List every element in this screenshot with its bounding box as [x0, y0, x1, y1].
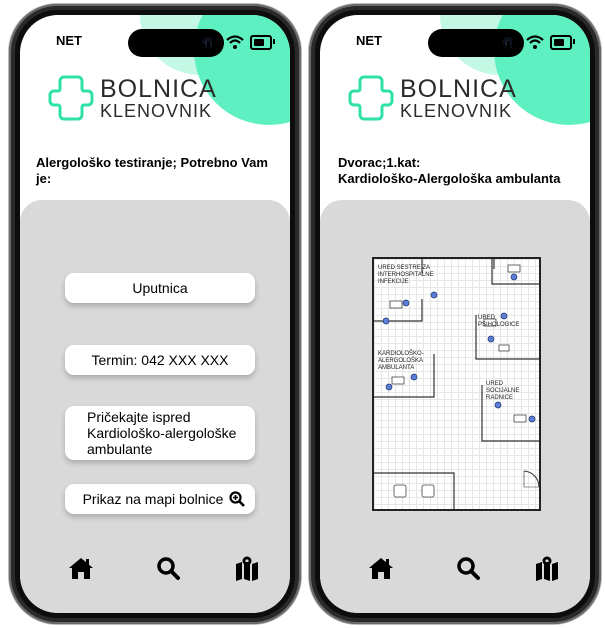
signal-icon [202, 35, 220, 49]
search-icon[interactable] [455, 555, 481, 581]
phone-right: NET BOLNICA KLENOVNIK Dvorac;1.kat: Kard… [309, 4, 601, 624]
logo-title: BOLNICA [100, 74, 217, 103]
phone-left: NET BOLNICA KLENOVNIK Alergološko testir… [9, 4, 301, 624]
termin-label: Termin: 042 XXX XXX [91, 352, 229, 368]
map-icon[interactable] [534, 555, 560, 581]
location-building: Dvorac;1.kat: [338, 155, 421, 170]
page-title: Dvorac;1.kat: Kardiološko-Alergološka am… [338, 155, 578, 187]
room-label-infections: URED SESTRE ZA INTERHOSPITALNE INFEKCIJE [378, 265, 434, 285]
carrier-label: NET [356, 33, 382, 48]
screen-left: NET BOLNICA KLENOVNIK Alergološko testir… [20, 15, 290, 613]
battery-icon [550, 34, 575, 50]
room-label-psychologist: URED PSIHOLOGICE [478, 315, 520, 328]
logo-subtitle: KLENOVNIK [100, 100, 213, 121]
medical-cross-logo-icon [348, 75, 394, 121]
room-label-cardio-allergy: KARDIOLOŠKO-ALERGOLOŠKA AMBULANTA [378, 351, 424, 371]
uputnica-button[interactable]: Uputnica [65, 273, 255, 303]
status-bar: NET [20, 29, 290, 57]
bottom-nav [320, 555, 590, 585]
home-icon[interactable] [368, 555, 394, 581]
wifi-icon [226, 35, 244, 49]
zoom-in-icon [229, 491, 245, 507]
bottom-nav [20, 555, 290, 585]
logo-subtitle: KLENOVNIK [400, 100, 513, 121]
battery-icon [250, 34, 275, 50]
wait-instruction-button[interactable]: Pričekajte ispred Kardiološko-alergološk… [65, 406, 255, 460]
logo-title: BOLNICA [400, 74, 517, 103]
hospital-logo: BOLNICA KLENOVNIK [348, 75, 517, 121]
floor-plan-map[interactable]: URED SESTRE ZA INTERHOSPITALNE INFEKCIJE… [372, 257, 541, 511]
status-bar: NET [320, 29, 590, 57]
page-title: Alergološko testiranje; Potrebno Vam je: [36, 155, 268, 186]
wait-instruction-label: Pričekajte ispred Kardiološko-alergološk… [87, 409, 237, 457]
medical-cross-logo-icon [48, 75, 94, 121]
content-panel: Uputnica Termin: 042 XXX XXX Pričekajte … [20, 200, 290, 613]
hospital-logo: BOLNICA KLENOVNIK [48, 75, 217, 121]
show-on-map-button[interactable]: Prikaz na mapi bolnice [65, 484, 255, 514]
wifi-icon [526, 35, 544, 49]
show-on-map-label: Prikaz na mapi bolnice [82, 491, 224, 507]
search-icon[interactable] [155, 555, 181, 581]
signal-icon [502, 35, 520, 49]
home-icon[interactable] [68, 555, 94, 581]
map-icon[interactable] [234, 555, 260, 581]
location-room: Kardiološko-Alergološka ambulanta [338, 171, 561, 186]
screen-right: NET BOLNICA KLENOVNIK Dvorac;1.kat: Kard… [320, 15, 590, 613]
content-panel: URED SESTRE ZA INTERHOSPITALNE INFEKCIJE… [320, 200, 590, 613]
room-label-social-worker: URED SOCIJALNE RADNICE [486, 381, 520, 401]
carrier-label: NET [56, 33, 82, 48]
termin-button[interactable]: Termin: 042 XXX XXX [65, 345, 255, 375]
uputnica-label: Uputnica [132, 280, 188, 296]
